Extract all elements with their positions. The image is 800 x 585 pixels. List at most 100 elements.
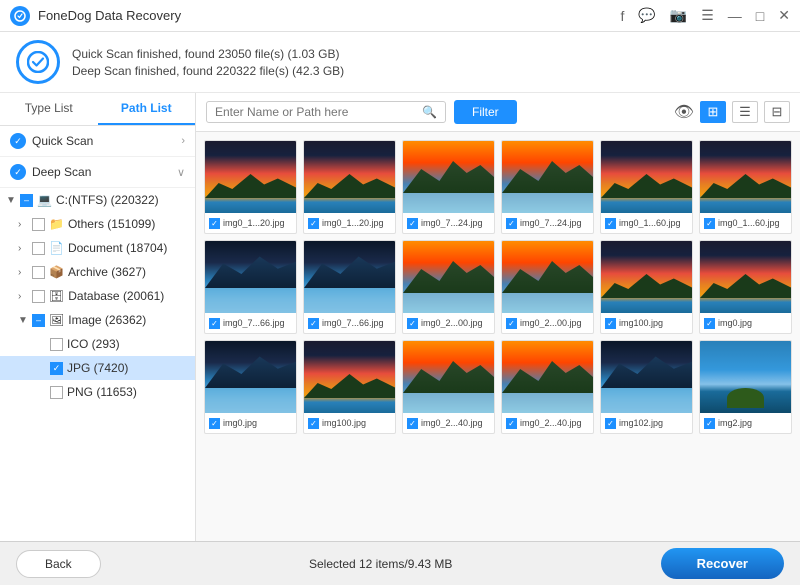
item-checkbox[interactable]: ✓: [407, 218, 418, 229]
list-view-button[interactable]: ☰: [732, 101, 758, 123]
item-checkbox[interactable]: ✓: [407, 318, 418, 329]
grid-item[interactable]: ✓ img0_7...66.jpg: [204, 240, 297, 334]
document-icon: 📄: [49, 241, 64, 255]
item-checkbox[interactable]: ✓: [605, 218, 616, 229]
filename-label: img0_7...24.jpg: [421, 218, 483, 228]
camera-icon[interactable]: 📷: [670, 7, 687, 24]
item-checkbox[interactable]: ✓: [704, 218, 715, 229]
tree-item-archive[interactable]: › 📦 Archive (3627): [0, 260, 195, 284]
grid-item[interactable]: ✓ img2.jpg: [699, 340, 792, 434]
file-tree: ▼ – 💻 C:(NTFS) (220322) › 📁 Others (1510…: [0, 188, 195, 541]
item-checkbox[interactable]: ✓: [209, 418, 220, 429]
item-checkbox[interactable]: ✓: [605, 418, 616, 429]
grid-item[interactable]: ✓ img0_7...24.jpg: [402, 140, 495, 234]
thumbnail: [205, 341, 296, 413]
tree-label-image: Image (26362): [68, 313, 146, 327]
thumbnail: [304, 141, 395, 213]
checkbox-archive[interactable]: [32, 266, 45, 279]
grid-item[interactable]: ✓ img102.jpg: [600, 340, 693, 434]
item-checkbox[interactable]: ✓: [506, 218, 517, 229]
checkbox-image[interactable]: –: [32, 314, 45, 327]
item-checkbox[interactable]: ✓: [308, 218, 319, 229]
tree-item-c-drive[interactable]: ▼ – 💻 C:(NTFS) (220322): [0, 188, 195, 212]
chat-icon[interactable]: 💬: [638, 7, 655, 24]
search-box[interactable]: 🔍: [206, 101, 446, 123]
item-checkbox[interactable]: ✓: [209, 318, 220, 329]
checkbox-database[interactable]: [32, 290, 45, 303]
filename-label: img0_7...66.jpg: [322, 318, 384, 328]
back-button[interactable]: Back: [16, 550, 101, 578]
checkbox-others[interactable]: [32, 218, 45, 231]
search-input[interactable]: [215, 105, 422, 119]
checkbox-ico[interactable]: [50, 338, 63, 351]
checkbox-c-drive[interactable]: –: [20, 194, 33, 207]
grid-item[interactable]: ✓ img0_2...00.jpg: [501, 240, 594, 334]
expand-icon: ›: [18, 291, 32, 302]
grid-item[interactable]: ✓ img0_2...40.jpg: [402, 340, 495, 434]
close-icon[interactable]: ✕: [778, 7, 790, 24]
grid-view-button[interactable]: ⊞: [700, 101, 726, 123]
tree-label-archive: Archive (3627): [68, 265, 146, 279]
filename-label: img0.jpg: [223, 418, 257, 428]
deep-scan-item[interactable]: ✓ Deep Scan ∨: [0, 157, 195, 188]
detail-view-button[interactable]: ⊟: [764, 101, 790, 123]
menu-icon[interactable]: ☰: [701, 7, 714, 24]
item-checkbox[interactable]: ✓: [704, 418, 715, 429]
grid-item[interactable]: ✓ img0_2...40.jpg: [501, 340, 594, 434]
tree-item-image[interactable]: ▼ – 🖼 Image (26362): [0, 308, 195, 332]
item-checkbox[interactable]: ✓: [605, 318, 616, 329]
quick-scan-result: Quick Scan finished, found 23050 file(s)…: [72, 47, 344, 61]
tree-item-png[interactable]: PNG (11653): [0, 380, 195, 404]
item-checkbox[interactable]: ✓: [704, 318, 715, 329]
tree-item-document[interactable]: › 📄 Document (18704): [0, 236, 195, 260]
maximize-icon[interactable]: □: [756, 8, 764, 24]
grid-item[interactable]: ✓ img0_1...60.jpg: [600, 140, 693, 234]
grid-item[interactable]: ✓ img0_7...66.jpg: [303, 240, 396, 334]
tree-item-database[interactable]: › 🗄 Database (20061): [0, 284, 195, 308]
minimize-icon[interactable]: —: [728, 8, 742, 24]
grid-item[interactable]: ✓ img0_2...00.jpg: [402, 240, 495, 334]
tree-item-others[interactable]: › 📁 Others (151099): [0, 212, 195, 236]
tab-type-list[interactable]: Type List: [0, 93, 98, 125]
thumbnail: [403, 341, 494, 413]
folder-icon: 📁: [49, 217, 64, 231]
bottom-bar: Back Selected 12 items/9.43 MB Recover: [0, 541, 800, 585]
checkbox-jpg[interactable]: ✓: [50, 362, 63, 375]
expand-icon: ▼: [18, 315, 32, 326]
tab-path-list[interactable]: Path List: [98, 93, 196, 125]
item-checkbox[interactable]: ✓: [506, 318, 517, 329]
tree-item-jpg[interactable]: ✓ JPG (7420): [0, 356, 195, 380]
grid-item-footer: ✓ img0_2...00.jpg: [403, 313, 494, 333]
grid-item[interactable]: ✓ img0_1...20.jpg: [204, 140, 297, 234]
grid-item[interactable]: ✓ img0.jpg: [699, 240, 792, 334]
filter-button[interactable]: Filter: [454, 100, 517, 124]
grid-item-footer: ✓ img0_7...24.jpg: [403, 213, 494, 233]
thumbnail: [700, 341, 791, 413]
item-checkbox[interactable]: ✓: [209, 218, 220, 229]
filename-label: img0_1...20.jpg: [322, 218, 384, 228]
checkbox-document[interactable]: [32, 242, 45, 255]
grid-item[interactable]: ✓ img100.jpg: [600, 240, 693, 334]
archive-icon: 📦: [49, 265, 64, 279]
item-checkbox[interactable]: ✓: [308, 418, 319, 429]
grid-item[interactable]: ✓ img100.jpg: [303, 340, 396, 434]
item-checkbox[interactable]: ✓: [308, 318, 319, 329]
facebook-icon[interactable]: f: [620, 8, 624, 24]
item-checkbox[interactable]: ✓: [506, 418, 517, 429]
tree-item-ico[interactable]: ICO (293): [0, 332, 195, 356]
filename-label: img2.jpg: [718, 418, 752, 428]
image-icon: 🖼: [49, 313, 64, 327]
thumbnail: [304, 241, 395, 313]
item-checkbox[interactable]: ✓: [407, 418, 418, 429]
grid-item[interactable]: ✓ img0_1...60.jpg: [699, 140, 792, 234]
grid-item[interactable]: ✓ img0_7...24.jpg: [501, 140, 594, 234]
grid-item[interactable]: ✓ img0.jpg: [204, 340, 297, 434]
recover-button[interactable]: Recover: [661, 548, 784, 579]
filename-label: img0_2...40.jpg: [421, 418, 483, 428]
eye-icon[interactable]: 👁: [674, 102, 694, 122]
thumbnail: [205, 141, 296, 213]
grid-item-footer: ✓ img2.jpg: [700, 413, 791, 433]
checkbox-png[interactable]: [50, 386, 63, 399]
quick-scan-item[interactable]: ✓ Quick Scan ›: [0, 126, 195, 157]
grid-item[interactable]: ✓ img0_1...20.jpg: [303, 140, 396, 234]
